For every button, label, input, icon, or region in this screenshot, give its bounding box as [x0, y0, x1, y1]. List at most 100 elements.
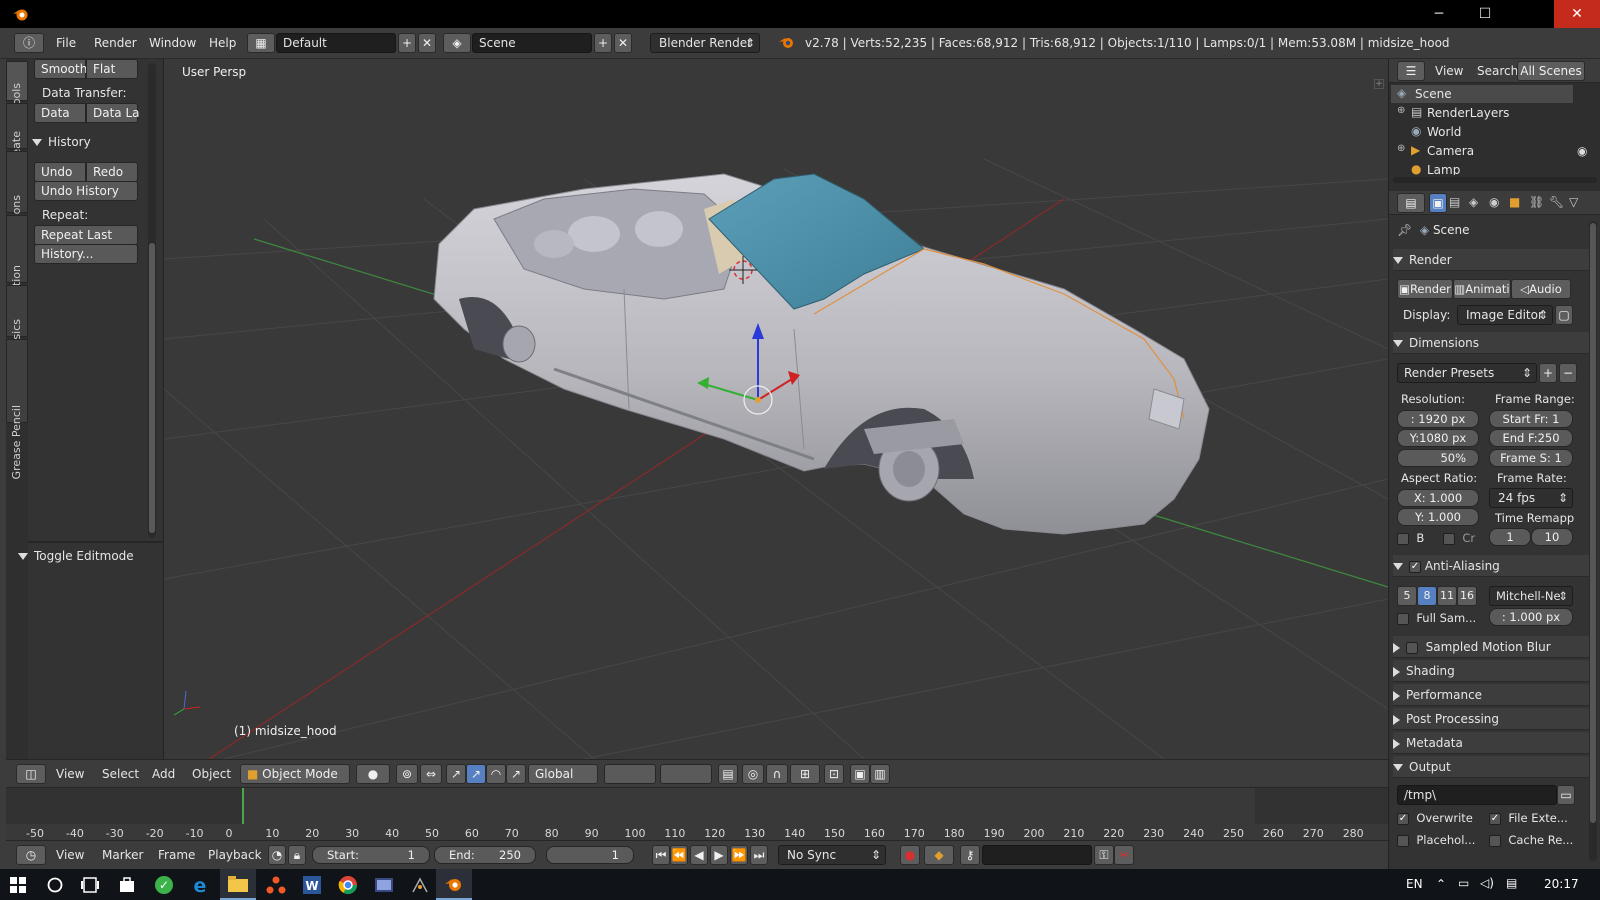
- timeline-area[interactable]: -50 -40 -30 -20 -10 0 10 20 30 40 50 60 70 80 90 100 110…: [6, 787, 1388, 843]
- sampled-motion-blur-panel-header[interactable]: Sampled Motion Blur: [1393, 636, 1589, 658]
- editor-type-button[interactable]: ☰: [1397, 61, 1425, 81]
- overwrite-checkbox[interactable]: ✓ Overwrite: [1397, 811, 1473, 825]
- current-frame-field[interactable]: 1: [546, 846, 634, 864]
- tab-tools[interactable]: Tools: [6, 61, 28, 110]
- render-audio-button[interactable]: ◁Audio: [1511, 279, 1571, 299]
- menu-marker[interactable]: Marker: [102, 848, 143, 862]
- aa-filter-dropdown[interactable]: Mitchell-Ne ⇕: [1489, 586, 1573, 606]
- network-icon[interactable]: ▭: [1458, 876, 1469, 890]
- blender-taskbar-item[interactable]: [436, 869, 472, 900]
- crop-checkbox[interactable]: Cr: [1443, 531, 1475, 545]
- viewport-shading-dropdown[interactable]: ●: [356, 764, 390, 784]
- menu-window[interactable]: Window: [149, 36, 196, 50]
- lock-layers-button[interactable]: ▤: [718, 764, 738, 784]
- frame-rate-dropdown[interactable]: 24 fps ⇕: [1489, 488, 1573, 508]
- maximize-button[interactable]: ☐: [1462, 0, 1508, 28]
- history-button[interactable]: History...: [34, 244, 138, 264]
- auto-keying-button[interactable]: ●: [900, 845, 920, 865]
- properties-scrollbar[interactable]: [1589, 221, 1597, 861]
- scale-manipulator-button[interactable]: ◠: [486, 764, 506, 784]
- post-processing-panel-header[interactable]: Post Processing: [1393, 708, 1589, 730]
- minimize-button[interactable]: ─: [1416, 0, 1462, 28]
- resolution-percentage-field[interactable]: 50%: [1397, 449, 1479, 467]
- opengl-render-button[interactable]: ▣: [850, 764, 870, 784]
- toggle-editmode-panel-header[interactable]: Toggle Editmode: [18, 544, 154, 568]
- editor-type-button[interactable]: ◫: [16, 764, 46, 784]
- play-button[interactable]: ▶: [710, 845, 728, 865]
- toolshelf-scrollbar[interactable]: [148, 63, 156, 538]
- mode-dropdown[interactable]: ■ Object Mode: [240, 764, 350, 784]
- chrome-icon[interactable]: [338, 875, 358, 895]
- history-panel-header[interactable]: History: [32, 131, 140, 153]
- render-presets-dropdown[interactable]: Render Presets ⇕: [1397, 363, 1537, 383]
- outliner-row-world[interactable]: ◉ World: [1391, 123, 1573, 141]
- tab-grease-pencil[interactable]: Grease Pencil: [6, 339, 28, 479]
- scene-layers-grid-2[interactable]: [660, 764, 712, 784]
- preview-range-button[interactable]: ◔: [268, 845, 286, 865]
- performance-panel-header[interactable]: Performance: [1393, 684, 1589, 706]
- insert-keyframe-button[interactable]: ⚿: [1094, 845, 1114, 865]
- time-remap-new-field[interactable]: 10: [1531, 528, 1573, 546]
- repeat-last-button[interactable]: Repeat Last: [34, 225, 138, 245]
- data-context-icon[interactable]: ▽: [1569, 195, 1578, 209]
- screen-layout-field[interactable]: Default: [276, 33, 396, 53]
- word-icon[interactable]: W: [302, 875, 322, 895]
- aa-samples-5[interactable]: 5: [1397, 586, 1417, 606]
- scene-selector[interactable]: ◈: [443, 33, 471, 53]
- menu-select[interactable]: Select: [102, 767, 139, 781]
- render-context-icon[interactable]: ▣: [1429, 193, 1447, 213]
- aa-samples-16[interactable]: 16: [1457, 586, 1477, 606]
- app-green-icon[interactable]: ✓: [154, 875, 174, 895]
- aspect-x-field[interactable]: X: 1.000: [1397, 489, 1479, 507]
- app-tool-icon[interactable]: [410, 875, 430, 895]
- resolution-y-field[interactable]: Y:1080 px: [1397, 429, 1479, 447]
- input-language[interactable]: EN: [1406, 877, 1423, 891]
- jump-end-button[interactable]: ⏭: [750, 845, 768, 865]
- app-dots-icon[interactable]: [266, 875, 286, 895]
- aa-samples-8[interactable]: 8: [1417, 586, 1437, 606]
- menu-render[interactable]: Render: [94, 36, 137, 50]
- translate-manipulator-button[interactable]: ↗: [446, 764, 466, 784]
- scene-field[interactable]: Scene: [472, 33, 592, 53]
- 3d-viewport[interactable]: User Persp (1) midsize_hood +: [164, 59, 1388, 759]
- current-frame-indicator[interactable]: [242, 788, 244, 824]
- frame-step-field[interactable]: Frame S: 1: [1489, 449, 1573, 467]
- cortana-search-icon[interactable]: [46, 876, 64, 894]
- menu-playback[interactable]: Playback: [208, 848, 262, 862]
- tab-create[interactable]: Create: [6, 103, 28, 168]
- delete-scene-button[interactable]: ✕: [614, 33, 632, 53]
- pin-icon[interactable]: 📌︎: [1397, 223, 1412, 237]
- car-model[interactable]: [433, 173, 1210, 535]
- delete-screen-button[interactable]: ✕: [418, 33, 436, 53]
- checkbox-box[interactable]: [1406, 641, 1418, 654]
- snap-target-button[interactable]: ⊡: [824, 764, 844, 784]
- object-context-icon[interactable]: ■: [1509, 195, 1520, 209]
- outliner-menu-view[interactable]: View: [1435, 64, 1463, 78]
- properties-context-tabs[interactable]: ▣ ▤ ◈ ◉ ■ ⛓ 🔧︎ ▽: [1429, 193, 1597, 213]
- metadata-panel-header[interactable]: Metadata: [1393, 732, 1589, 754]
- aspect-y-field[interactable]: Y: 1.000: [1397, 508, 1479, 526]
- outliner-restrict-columns[interactable]: ◉: [1575, 85, 1600, 175]
- windows-start-icon[interactable]: [10, 877, 26, 893]
- lock-interface-button[interactable]: ▢: [1555, 305, 1573, 325]
- placeholders-checkbox[interactable]: Placehol...: [1397, 833, 1475, 847]
- outliner-row-renderlayers[interactable]: ⊕ ▤ RenderLayers: [1391, 104, 1573, 122]
- close-window-button[interactable]: ✕: [1554, 0, 1600, 28]
- start-frame-field[interactable]: Start: 1: [312, 846, 430, 864]
- dimensions-panel-header[interactable]: Dimensions: [1393, 332, 1589, 354]
- start-frame-field[interactable]: Start Fr: 1: [1489, 410, 1573, 428]
- full-sample-checkbox[interactable]: Full Sam...: [1397, 611, 1476, 625]
- anti-aliasing-panel-header[interactable]: ✓ Anti-Aliasing: [1393, 555, 1589, 577]
- end-frame-field[interactable]: End F:250: [1489, 429, 1573, 447]
- menu-help[interactable]: Help: [209, 36, 236, 50]
- viewport-scene[interactable]: [164, 59, 1388, 759]
- snap-toggle[interactable]: ∩: [766, 764, 788, 784]
- aa-samples-11[interactable]: 11: [1437, 586, 1457, 606]
- transform-orientation-dropdown[interactable]: Global: [528, 764, 598, 784]
- world-context-icon[interactable]: ◉: [1489, 195, 1499, 209]
- render-engine-dropdown[interactable]: Blender Render ⇕: [650, 33, 760, 53]
- active-keying-set-field[interactable]: [982, 845, 1092, 865]
- outliner-filter-dropdown[interactable]: All Scenes: [1517, 61, 1585, 81]
- data-layout-button[interactable]: Data La: [86, 103, 140, 123]
- tab-relations[interactable]: Relations: [6, 151, 28, 246]
